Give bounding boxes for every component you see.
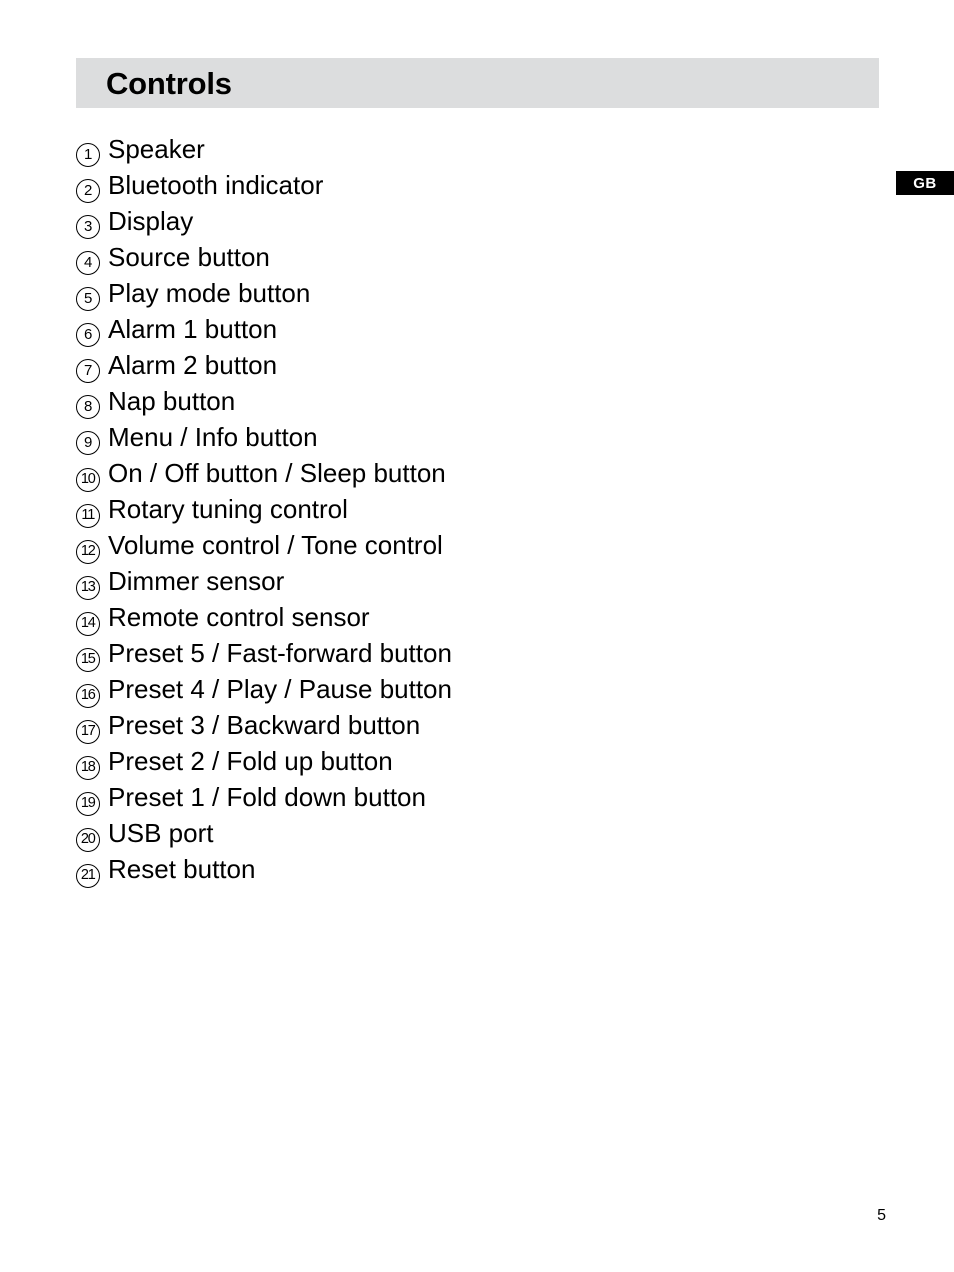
circled-number-value: 4 (76, 251, 100, 275)
list-item-label: On / Off button / Sleep button (108, 458, 446, 488)
circled-number-icon: 6 (76, 311, 108, 347)
list-item: 2 Bluetooth indicator (76, 167, 896, 203)
list-item: 14 Remote control sensor (76, 599, 896, 636)
circled-number-value: 17 (76, 720, 100, 744)
list-item-label: Reset button (108, 854, 256, 884)
circled-number-icon: 7 (76, 347, 108, 383)
circled-number-icon: 18 (76, 743, 108, 780)
list-item: 15 Preset 5 / Fast-forward button (76, 635, 896, 672)
list-item: 9 Menu / Info button (76, 419, 896, 455)
list-item-label: Alarm 1 button (108, 314, 278, 344)
list-item-label: Preset 5 / Fast-forward button (108, 638, 452, 668)
page-number: 5 (877, 1207, 886, 1224)
circled-number-value: 5 (76, 287, 100, 311)
circled-number-value: 3 (76, 215, 100, 239)
circled-number-icon: 14 (76, 599, 108, 636)
list-item-label: Volume control / Tone control (108, 530, 443, 560)
list-item: 18 Preset 2 / Fold up button (76, 743, 896, 780)
circled-number-icon: 19 (76, 779, 108, 816)
list-item-label: Preset 1 / Fold down button (108, 782, 426, 812)
circled-number-icon: 8 (76, 383, 108, 419)
list-item-label: Preset 2 / Fold up button (108, 746, 393, 776)
section-header-band: Controls (76, 58, 879, 108)
circled-number-value: 21 (76, 864, 100, 888)
list-item: 3 Display (76, 203, 896, 239)
list-item-label: Preset 3 / Backward button (108, 710, 421, 740)
language-badge: GB (896, 171, 954, 195)
circled-number-value: 13 (76, 576, 100, 600)
controls-list: 1 Speaker 2 Bluetooth indicator 3 Display 4 Sou… (76, 131, 896, 888)
circled-number-icon: 1 (76, 131, 108, 167)
circled-number-value: 15 (76, 648, 100, 672)
list-item: 10 On / Off button / Sleep button (76, 455, 896, 492)
list-item: 19 Preset 1 / Fold down button (76, 779, 896, 816)
list-item-label: Speaker (108, 134, 205, 164)
page-title: Controls (106, 65, 232, 101)
circled-number-icon: 9 (76, 419, 108, 455)
list-item-label: Nap button (108, 386, 236, 416)
circled-number-value: 12 (76, 540, 100, 564)
list-item: 13 Dimmer sensor (76, 563, 896, 600)
list-item-label: Rotary tuning control (108, 494, 348, 524)
circled-number-value: 1 (76, 143, 100, 167)
list-item: 6 Alarm 1 button (76, 311, 896, 347)
circled-number-icon: 12 (76, 527, 108, 564)
list-item: 20 USB port (76, 815, 896, 852)
circled-number-icon: 3 (76, 203, 108, 239)
circled-number-icon: 20 (76, 815, 108, 852)
list-item-label: Preset 4 / Play / Pause button (108, 674, 452, 704)
circled-number-value: 16 (76, 684, 100, 708)
circled-number-value: 8 (76, 395, 100, 419)
circled-number-icon: 2 (76, 167, 108, 203)
circled-number-value: 9 (76, 431, 100, 455)
list-item: 12 Volume control / Tone control (76, 527, 896, 564)
list-item-label: Source button (108, 242, 270, 272)
circled-number-value: 6 (76, 323, 100, 347)
list-item-label: Menu / Info button (108, 422, 318, 452)
circled-number-value: 20 (76, 828, 100, 852)
circled-number-icon: 15 (76, 635, 108, 672)
list-item-label: Play mode button (108, 278, 311, 308)
list-item: 4 Source button (76, 239, 896, 275)
list-item: 5 Play mode button (76, 275, 896, 311)
circled-number-value: 19 (76, 792, 100, 816)
list-item: 16 Preset 4 / Play / Pause button (76, 671, 896, 708)
list-item: 11 Rotary tuning control (76, 491, 896, 528)
list-item: 21 Reset button (76, 851, 896, 888)
circled-number-value: 10 (76, 468, 100, 492)
circled-number-icon: 21 (76, 851, 108, 888)
list-item-label: Display (108, 206, 194, 236)
circled-number-icon: 11 (76, 491, 108, 528)
list-item-label: USB port (108, 818, 214, 848)
circled-number-value: 2 (76, 179, 100, 203)
language-badge-label: GB (913, 174, 937, 192)
document-page: GB Controls 1 Speaker 2 Bluetooth indicator… (0, 0, 954, 1272)
circled-number-icon: 13 (76, 563, 108, 600)
list-item: 17 Preset 3 / Backward button (76, 707, 896, 744)
circled-number-value: 7 (76, 359, 100, 383)
list-item: 8 Nap button (76, 383, 896, 419)
circled-number-value: 14 (76, 612, 100, 636)
list-item-label: Alarm 2 button (108, 350, 278, 380)
list-item-label: Bluetooth indicator (108, 170, 324, 200)
list-item: 7 Alarm 2 button (76, 347, 896, 383)
circled-number-icon: 10 (76, 455, 108, 492)
circled-number-icon: 17 (76, 707, 108, 744)
circled-number-value: 11 (76, 504, 100, 528)
list-item: 1 Speaker (76, 131, 896, 167)
circled-number-icon: 5 (76, 275, 108, 311)
circled-number-value: 18 (76, 756, 100, 780)
list-item-label: Remote control sensor (108, 602, 370, 632)
list-item-label: Dimmer sensor (108, 566, 285, 596)
circled-number-icon: 16 (76, 671, 108, 708)
circled-number-icon: 4 (76, 239, 108, 275)
